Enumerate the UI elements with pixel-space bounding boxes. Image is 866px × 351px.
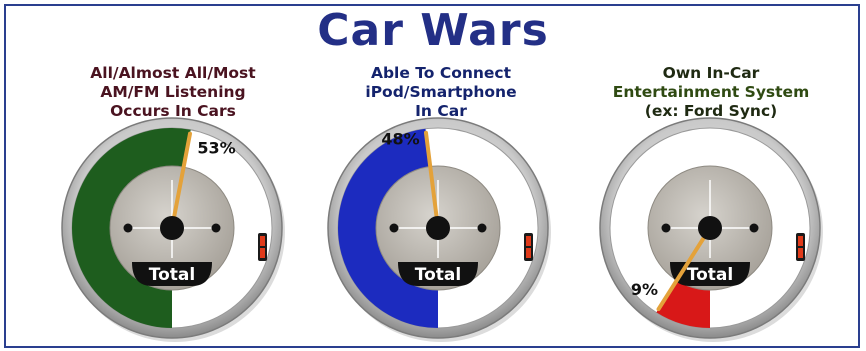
gauge-3: Total 9%: [599, 117, 823, 342]
gauge-2-level-red-2: [526, 248, 531, 258]
gauge-1-level-red-1: [260, 236, 265, 246]
gauge-1-total-label: Total: [149, 265, 195, 285]
gauge-1-dot-right: [211, 223, 221, 233]
gauge-3-dot-right: [749, 223, 759, 233]
gauge-1-needle-hub: [160, 216, 184, 240]
gauge-1: Total 53%: [61, 117, 285, 342]
gauge-3-level-red-2: [798, 248, 803, 258]
gauge-1-value-label: 53%: [197, 139, 235, 158]
gauge-3-total-label: Total: [687, 265, 733, 285]
gauge-2: Total 48%: [327, 117, 551, 342]
gauge-2-total-label: Total: [415, 265, 461, 285]
gauge-3-needle-hub: [698, 216, 722, 240]
gauge-3-dot-left: [661, 223, 671, 233]
gauge-3-level-red-1: [798, 236, 803, 246]
gauge-2-dot-left: [389, 223, 399, 233]
gauge-3-value-label: 9%: [631, 280, 658, 299]
gauge-2-needle-hub: [426, 216, 450, 240]
gauges-svg: Total 53% Total 48% Total 9%: [61, 117, 823, 342]
gauge-1-dot-left: [123, 223, 133, 233]
gauge-2-level-red-1: [526, 236, 531, 246]
gauge-1-level-red-2: [260, 248, 265, 258]
gauge-2-value-label: 48%: [381, 130, 419, 149]
gauge-2-dot-right: [477, 223, 487, 233]
